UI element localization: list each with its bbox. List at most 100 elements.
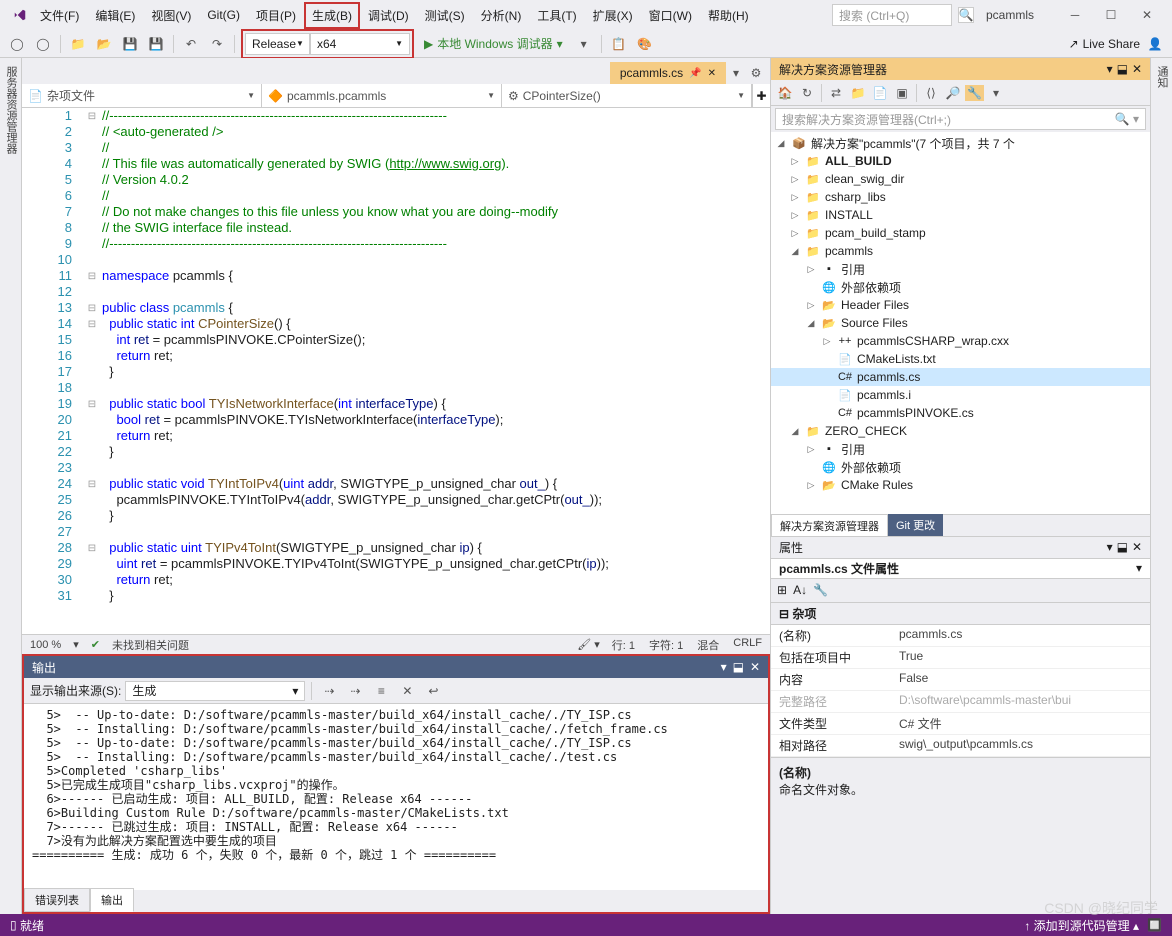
zoom-level[interactable]: 100 % xyxy=(30,639,61,651)
output-tool-2[interactable]: ⇢ xyxy=(344,680,366,702)
sol-tool-6[interactable]: ▾ xyxy=(986,83,1006,103)
nav-member-combo[interactable]: ⚙ CPointerSize()▼ xyxy=(502,84,752,107)
output-text[interactable]: 5> -- Up-to-date: D:/software/pcammls-ma… xyxy=(24,704,768,890)
tree-item[interactable]: ▷📁pcam_build_stamp xyxy=(771,224,1150,242)
debug-target-button[interactable]: ▾ xyxy=(573,33,595,55)
tree-item[interactable]: ◢📁ZERO_CHECK xyxy=(771,422,1150,440)
code-editor[interactable]: 1234567891011121314151617181920212223242… xyxy=(22,108,770,634)
props-close-icon[interactable]: ✕ xyxy=(1132,540,1142,554)
output-tool-1[interactable]: ⇢ xyxy=(318,680,340,702)
sol-refresh-icon[interactable]: ↻ xyxy=(797,83,817,103)
tool-icon-2[interactable]: 🎨 xyxy=(634,33,656,55)
menu-item[interactable]: 项目(P) xyxy=(248,1,304,30)
props-row[interactable]: 文件类型C# 文件 xyxy=(771,713,1150,735)
tree-item[interactable]: ▷📁csharp_libs xyxy=(771,188,1150,206)
tab-dropdown-icon[interactable]: ▾ xyxy=(726,62,746,84)
config-combo[interactable]: Release▼ xyxy=(245,33,310,55)
open-button[interactable]: 📂 xyxy=(93,33,115,55)
bottom-tab[interactable]: 输出 xyxy=(90,888,134,912)
status-notif-icon[interactable]: 🔲 xyxy=(1147,918,1162,932)
menu-item[interactable]: 视图(V) xyxy=(143,1,199,30)
menu-item[interactable]: 扩展(X) xyxy=(585,1,641,30)
sol-dropdown-icon[interactable]: ▾ xyxy=(1107,62,1113,76)
props-row[interactable]: 内容False xyxy=(771,669,1150,691)
props-dropdown-icon[interactable]: ▾ xyxy=(1107,540,1113,554)
output-close-icon[interactable]: ✕ xyxy=(750,660,760,674)
account-icon[interactable]: 👤 xyxy=(1144,33,1166,55)
sol-tool-5[interactable]: 🔎 xyxy=(943,83,963,103)
props-wrench-icon[interactable]: 🔧 xyxy=(813,583,828,597)
sol-wrench-icon[interactable]: 🔧 xyxy=(965,85,984,101)
tool-icon-1[interactable]: 📋 xyxy=(608,33,630,55)
sol-home-icon[interactable]: 🏠 xyxy=(775,83,795,103)
menu-item[interactable]: 调试(D) xyxy=(360,1,417,30)
search-box[interactable]: 搜索 (Ctrl+Q) xyxy=(832,4,952,26)
menu-item[interactable]: 文件(F) xyxy=(32,1,87,30)
undo-button[interactable]: ↶ xyxy=(180,33,202,55)
back-button[interactable]: ◯ xyxy=(6,33,28,55)
tab-gear-icon[interactable]: ⚙ xyxy=(746,62,766,84)
tree-item[interactable]: ▷📂CMake Rules xyxy=(771,476,1150,494)
menu-item[interactable]: 测试(S) xyxy=(417,1,473,30)
server-explorer-tab[interactable]: 服务器资源管理器 xyxy=(3,66,19,906)
pin-icon[interactable]: 📌 xyxy=(689,68,701,79)
new-button[interactable]: 📁 xyxy=(67,33,89,55)
tree-item[interactable]: ▷▪引用 xyxy=(771,260,1150,278)
brush-icon[interactable]: 🖌 ▾ xyxy=(577,638,600,651)
sol-tool-1[interactable]: 📁 xyxy=(848,83,868,103)
start-debug-button[interactable]: ▶ 本地 Windows 调试器 ▾ xyxy=(418,35,569,52)
platform-combo[interactable]: x64▼ xyxy=(310,33,410,55)
tree-item[interactable]: ▷📂Header Files xyxy=(771,296,1150,314)
tree-item[interactable]: ◢📁pcammls xyxy=(771,242,1150,260)
user-label[interactable]: pcammls xyxy=(980,8,1040,22)
sol-tool-3[interactable]: ▣ xyxy=(892,83,912,103)
zoom-arrow[interactable]: ▾ xyxy=(73,638,79,651)
menu-item[interactable]: 生成(B) xyxy=(304,2,360,29)
maximize-button[interactable]: ☐ xyxy=(1094,3,1128,27)
output-tool-3[interactable]: ≡ xyxy=(370,680,392,702)
props-row[interactable]: 完整路径D:\software\pcammls-master\bui xyxy=(771,691,1150,713)
solution-search[interactable]: 搜索解决方案资源管理器(Ctrl+;)🔍 ▾ xyxy=(775,108,1146,130)
right-sidebar[interactable]: 通知 xyxy=(1150,58,1172,914)
tree-item[interactable]: 🌐外部依赖项 xyxy=(771,458,1150,476)
tree-item[interactable]: 📄pcammls.i xyxy=(771,386,1150,404)
menu-item[interactable]: 编辑(E) xyxy=(87,1,143,30)
props-pin-icon[interactable]: ⬓ xyxy=(1117,540,1128,554)
tree-item[interactable]: 📄CMakeLists.txt xyxy=(771,350,1150,368)
nav-class-combo[interactable]: 🔶 pcammls.pcammls▼ xyxy=(262,84,502,107)
forward-button[interactable]: ◯ xyxy=(32,33,54,55)
tree-item[interactable]: 🌐外部依赖项 xyxy=(771,278,1150,296)
menu-item[interactable]: 分析(N) xyxy=(473,1,530,30)
props-category[interactable]: ⊟ 杂项 xyxy=(771,603,1150,625)
nav-split-button[interactable]: ✚ xyxy=(752,84,770,107)
props-row[interactable]: 相对路径swig\_output\pcammls.cs xyxy=(771,735,1150,757)
save-button[interactable]: 💾 xyxy=(119,33,141,55)
menu-item[interactable]: Git(G) xyxy=(199,2,248,28)
tree-item[interactable]: ▷📁ALL_BUILD xyxy=(771,152,1150,170)
menu-item[interactable]: 工具(T) xyxy=(529,1,584,30)
props-row[interactable]: 包括在项目中True xyxy=(771,647,1150,669)
props-cat-icon[interactable]: ⊞ xyxy=(777,583,787,597)
redo-button[interactable]: ↷ xyxy=(206,33,228,55)
tab-solution-explorer[interactable]: 解决方案资源管理器 xyxy=(771,514,888,537)
output-pin-icon[interactable]: ⬓ xyxy=(733,660,744,674)
output-dropdown-icon[interactable]: ▾ xyxy=(721,660,727,674)
tree-item[interactable]: ▷📁INSTALL xyxy=(771,206,1150,224)
sol-sync-icon[interactable]: ⇄ xyxy=(826,83,846,103)
solution-root[interactable]: ◢📦解决方案"pcammls"(7 个项目，共 7 个 xyxy=(771,134,1150,152)
minimize-button[interactable]: ─ xyxy=(1058,3,1092,27)
menu-item[interactable]: 帮助(H) xyxy=(700,1,757,30)
save-all-button[interactable]: 💾 xyxy=(145,33,167,55)
sol-pin-icon[interactable]: ⬓ xyxy=(1117,62,1128,76)
tree-item[interactable]: ▷++pcammlsCSHARP_wrap.cxx xyxy=(771,332,1150,350)
solution-tree[interactable]: ◢📦解决方案"pcammls"(7 个项目，共 7 个 ▷📁ALL_BUILD ▷… xyxy=(771,132,1150,514)
bottom-tab[interactable]: 错误列表 xyxy=(24,888,90,912)
tree-item[interactable]: C#pcammlsPINVOKE.cs xyxy=(771,404,1150,422)
output-clear[interactable]: ✕ xyxy=(396,680,418,702)
close-tab-icon[interactable]: ✕ xyxy=(708,68,716,79)
menu-item[interactable]: 窗口(W) xyxy=(641,1,700,30)
tab-git-changes[interactable]: Git 更改 xyxy=(888,514,943,536)
live-share-button[interactable]: ↗ Live Share xyxy=(1069,37,1140,51)
tree-item[interactable]: ◢📂Source Files xyxy=(771,314,1150,332)
search-icon[interactable]: 🔍 xyxy=(958,7,974,23)
